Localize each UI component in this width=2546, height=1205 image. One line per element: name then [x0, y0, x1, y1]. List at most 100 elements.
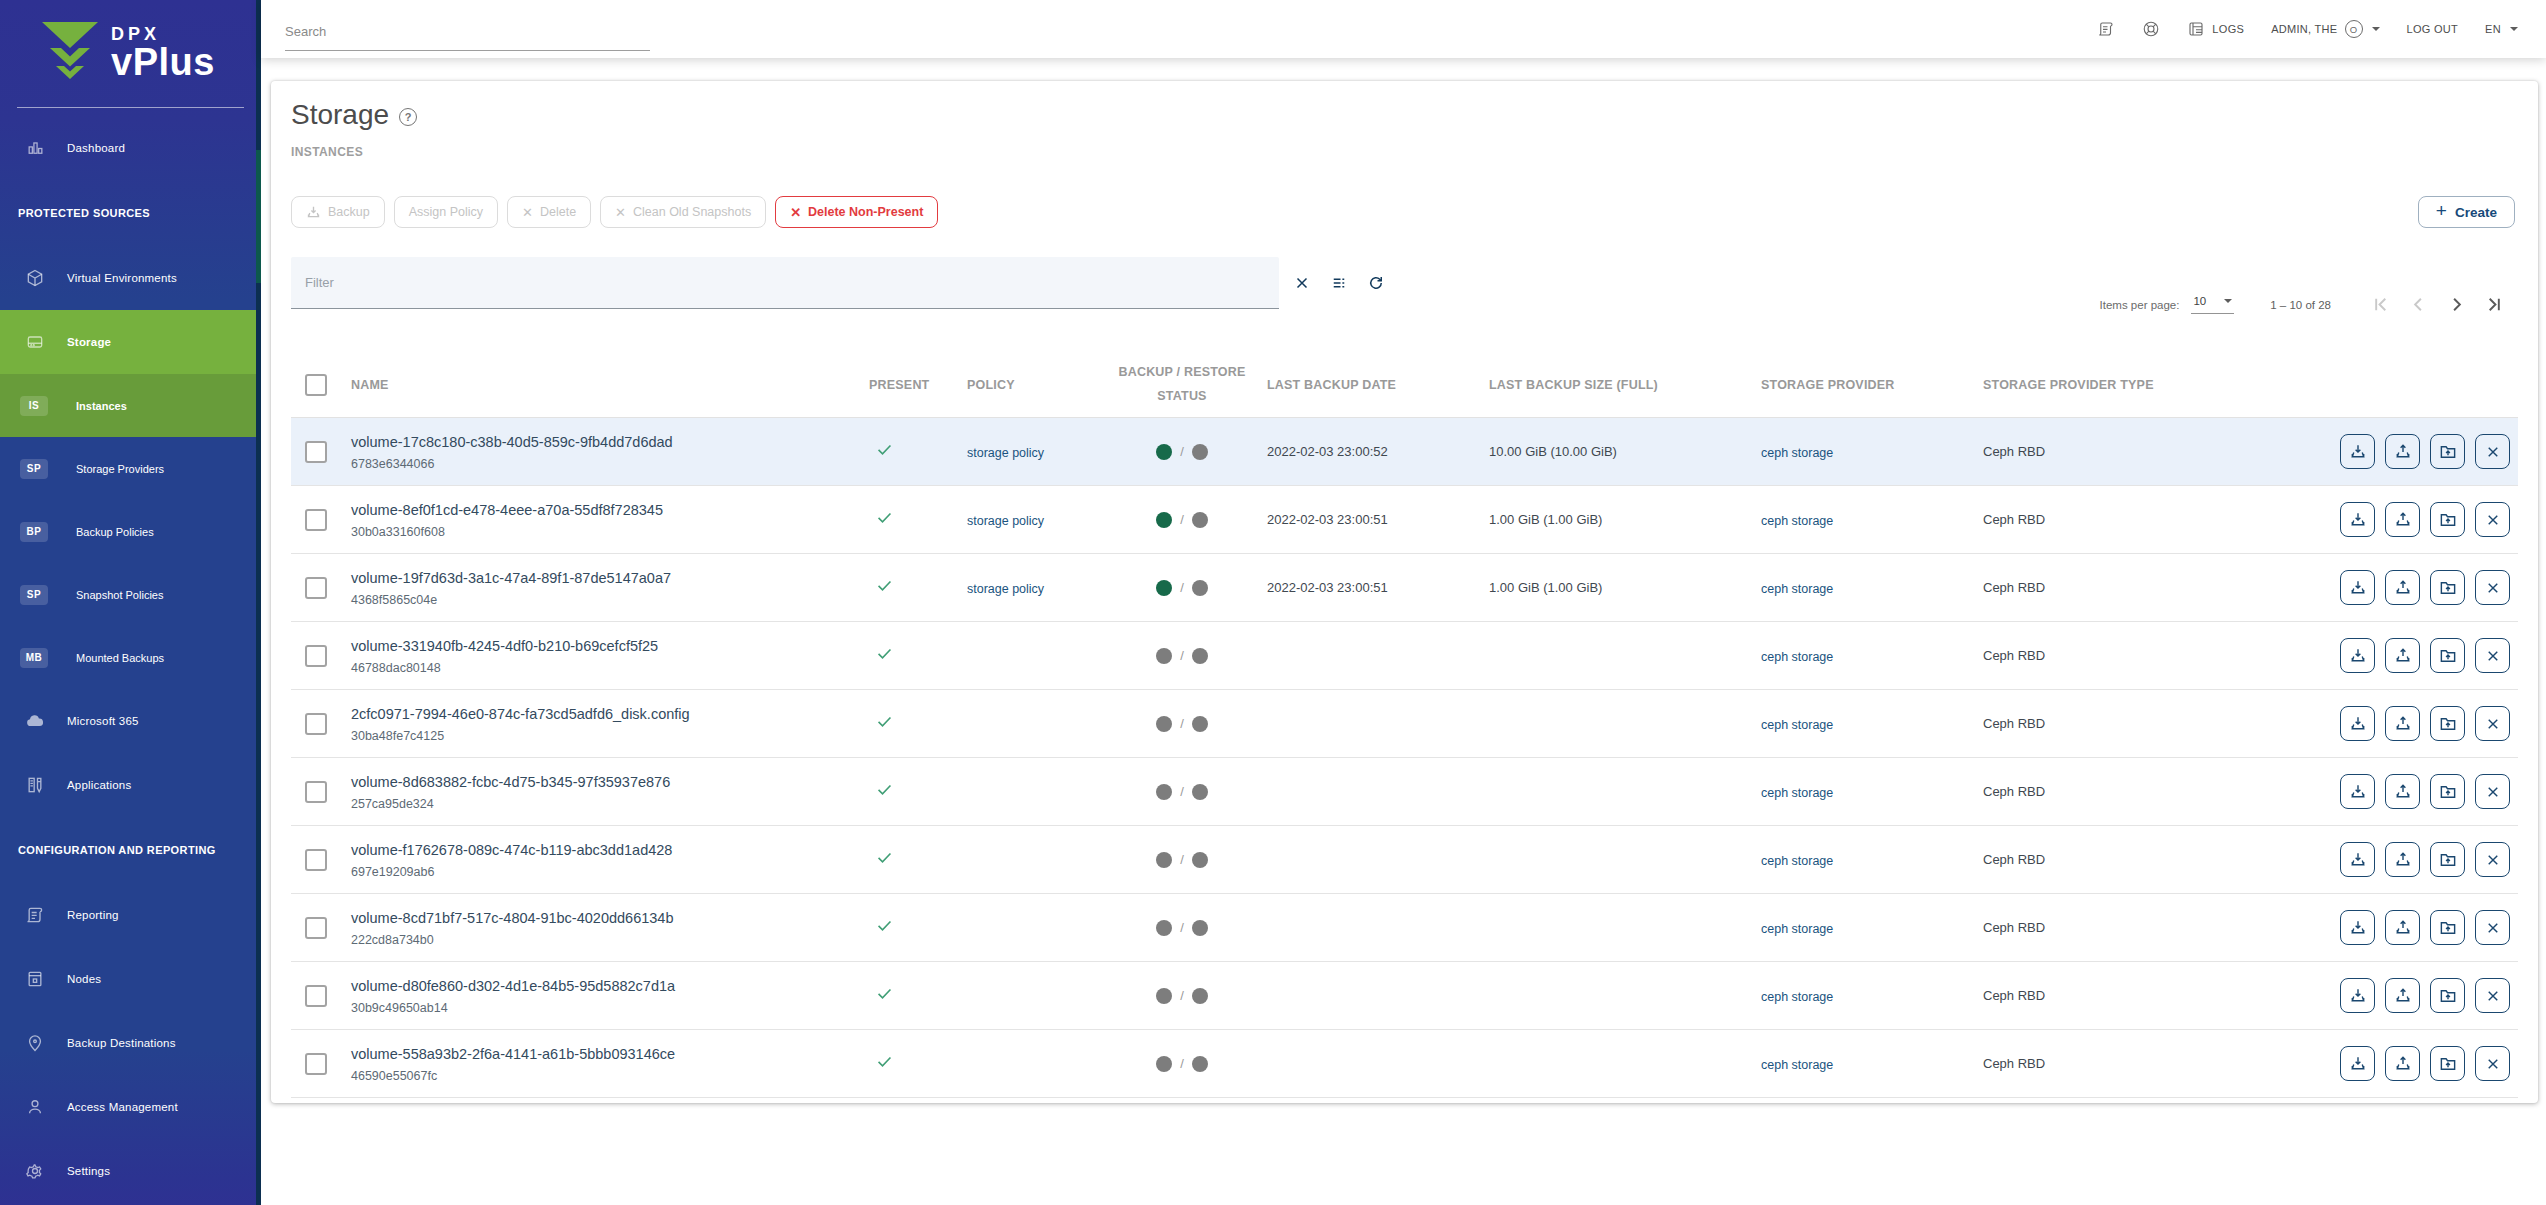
row-mount-button[interactable] — [2430, 1046, 2465, 1081]
logs-button[interactable]: LOGS — [2187, 20, 2244, 38]
sidebar-item-reporting[interactable]: Reporting — [0, 883, 256, 947]
instance-name-link[interactable]: volume-19f7d63d-3a1c-47a4-89f1-87de5147a… — [351, 569, 841, 587]
row-checkbox[interactable] — [305, 849, 327, 871]
instance-name-link[interactable]: 2cfc0971-7994-46e0-874c-fa73cd5adfd6_dis… — [351, 705, 841, 723]
row-restore-button[interactable] — [2385, 774, 2420, 809]
first-page-button[interactable] — [2369, 293, 2392, 316]
row-mount-button[interactable] — [2430, 842, 2465, 877]
row-delete-button[interactable] — [2475, 842, 2510, 877]
row-checkbox[interactable] — [305, 577, 327, 599]
row-restore-button[interactable] — [2385, 638, 2420, 673]
row-backup-button[interactable] — [2340, 570, 2375, 605]
sidebar-item-nodes[interactable]: Nodes — [0, 947, 256, 1011]
row-checkbox[interactable] — [305, 1053, 327, 1075]
storage-provider-link[interactable]: ceph storage — [1761, 922, 1833, 936]
policy-link[interactable]: storage policy — [967, 514, 1044, 528]
instance-name-link[interactable]: volume-331940fb-4245-4df0-b210-b69cefcf5… — [351, 637, 841, 655]
sidebar-item-storage[interactable]: Storage — [0, 310, 256, 374]
row-delete-button[interactable] — [2475, 774, 2510, 809]
language-menu[interactable]: EN — [2485, 23, 2518, 35]
report-icon[interactable] — [2097, 20, 2115, 38]
row-backup-button[interactable] — [2340, 774, 2375, 809]
create-button[interactable]: + Create — [2418, 196, 2515, 228]
assign-policy-button[interactable]: Assign Policy — [394, 196, 498, 228]
storage-provider-link[interactable]: ceph storage — [1761, 990, 1833, 1004]
title-help-icon[interactable]: ? — [399, 108, 417, 126]
row-delete-button[interactable] — [2475, 910, 2510, 945]
filter-input[interactable] — [305, 275, 1265, 290]
row-delete-button[interactable] — [2475, 706, 2510, 741]
storage-provider-link[interactable]: ceph storage — [1761, 854, 1833, 868]
sidebar-subitem-snapshot-policies[interactable]: SPSnapshot Policies — [0, 563, 256, 626]
row-delete-button[interactable] — [2475, 434, 2510, 469]
row-restore-button[interactable] — [2385, 842, 2420, 877]
select-all-checkbox[interactable] — [305, 374, 327, 396]
columns-menu-icon[interactable] — [1330, 274, 1348, 292]
storage-provider-link[interactable]: ceph storage — [1761, 718, 1833, 732]
row-checkbox[interactable] — [305, 917, 327, 939]
row-restore-button[interactable] — [2385, 910, 2420, 945]
row-mount-button[interactable] — [2430, 638, 2465, 673]
sidebar-item-virtual-environments[interactable]: Virtual Environments — [0, 246, 256, 310]
sidebar-subitem-storage-providers[interactable]: SPStorage Providers — [0, 437, 256, 500]
storage-provider-link[interactable]: ceph storage — [1761, 786, 1833, 800]
row-checkbox[interactable] — [305, 509, 327, 531]
row-checkbox[interactable] — [305, 781, 327, 803]
row-backup-button[interactable] — [2340, 434, 2375, 469]
last-page-button[interactable] — [2483, 293, 2506, 316]
row-backup-button[interactable] — [2340, 502, 2375, 537]
row-backup-button[interactable] — [2340, 842, 2375, 877]
sidebar-subitem-instances[interactable]: ISInstances — [0, 374, 256, 437]
row-mount-button[interactable] — [2430, 502, 2465, 537]
policy-link[interactable]: storage policy — [967, 582, 1044, 596]
sidebar-item-settings[interactable]: Settings — [0, 1139, 256, 1203]
delete-button[interactable]: ✕ Delete — [507, 196, 591, 228]
row-backup-button[interactable] — [2340, 1046, 2375, 1081]
brand-logo[interactable]: DPX vPlus — [0, 0, 256, 107]
search-input[interactable] — [285, 24, 650, 39]
row-backup-button[interactable] — [2340, 706, 2375, 741]
instance-name-link[interactable]: volume-8d683882-fcbc-4d75-b345-97f35937e… — [351, 773, 841, 791]
sidebar-item-applications[interactable]: Applications — [0, 753, 256, 817]
clean-old-snapshots-button[interactable]: ✕ Clean Old Snapshots — [600, 196, 766, 228]
row-delete-button[interactable] — [2475, 1046, 2510, 1081]
row-delete-button[interactable] — [2475, 638, 2510, 673]
page-size-select[interactable]: 10 — [2191, 295, 2234, 314]
row-delete-button[interactable] — [2475, 978, 2510, 1013]
instance-name-link[interactable]: volume-d80fe860-d302-4d1e-84b5-95d5882c7… — [351, 977, 841, 995]
sidebar-item-access-management[interactable]: Access Management — [0, 1075, 256, 1139]
row-checkbox[interactable] — [305, 441, 327, 463]
next-page-button[interactable] — [2445, 293, 2468, 316]
row-mount-button[interactable] — [2430, 978, 2465, 1013]
row-checkbox[interactable] — [305, 645, 327, 667]
row-mount-button[interactable] — [2430, 434, 2465, 469]
storage-provider-link[interactable]: ceph storage — [1761, 650, 1833, 664]
row-restore-button[interactable] — [2385, 502, 2420, 537]
row-checkbox[interactable] — [305, 713, 327, 735]
sidebar-item-backup-destinations[interactable]: Backup Destinations — [0, 1011, 256, 1075]
row-mount-button[interactable] — [2430, 910, 2465, 945]
sidebar-item-dashboard[interactable]: Dashboard — [0, 116, 256, 180]
backup-button[interactable]: Backup — [291, 196, 385, 228]
policy-link[interactable]: storage policy — [967, 446, 1044, 460]
sidebar-item-microsoft-365[interactable]: Microsoft 365 — [0, 689, 256, 753]
user-menu[interactable]: ADMIN, THE O — [2271, 20, 2379, 38]
storage-provider-link[interactable]: ceph storage — [1761, 514, 1833, 528]
row-restore-button[interactable] — [2385, 1046, 2420, 1081]
storage-provider-link[interactable]: ceph storage — [1761, 582, 1833, 596]
row-restore-button[interactable] — [2385, 706, 2420, 741]
delete-non-present-button[interactable]: ✕ Delete Non-Present — [775, 196, 938, 228]
row-mount-button[interactable] — [2430, 570, 2465, 605]
sidebar-subitem-mounted-backups[interactable]: MBMounted Backups — [0, 626, 256, 689]
storage-provider-link[interactable]: ceph storage — [1761, 446, 1833, 460]
row-mount-button[interactable] — [2430, 774, 2465, 809]
logout-button[interactable]: LOG OUT — [2407, 23, 2459, 35]
row-delete-button[interactable] — [2475, 570, 2510, 605]
row-checkbox[interactable] — [305, 985, 327, 1007]
row-backup-button[interactable] — [2340, 910, 2375, 945]
row-restore-button[interactable] — [2385, 978, 2420, 1013]
help-lifebuoy-icon[interactable] — [2142, 20, 2160, 38]
instance-name-link[interactable]: volume-17c8c180-c38b-40d5-859c-9fb4dd7d6… — [351, 433, 841, 451]
clear-filter-icon[interactable] — [1293, 274, 1311, 292]
row-backup-button[interactable] — [2340, 978, 2375, 1013]
